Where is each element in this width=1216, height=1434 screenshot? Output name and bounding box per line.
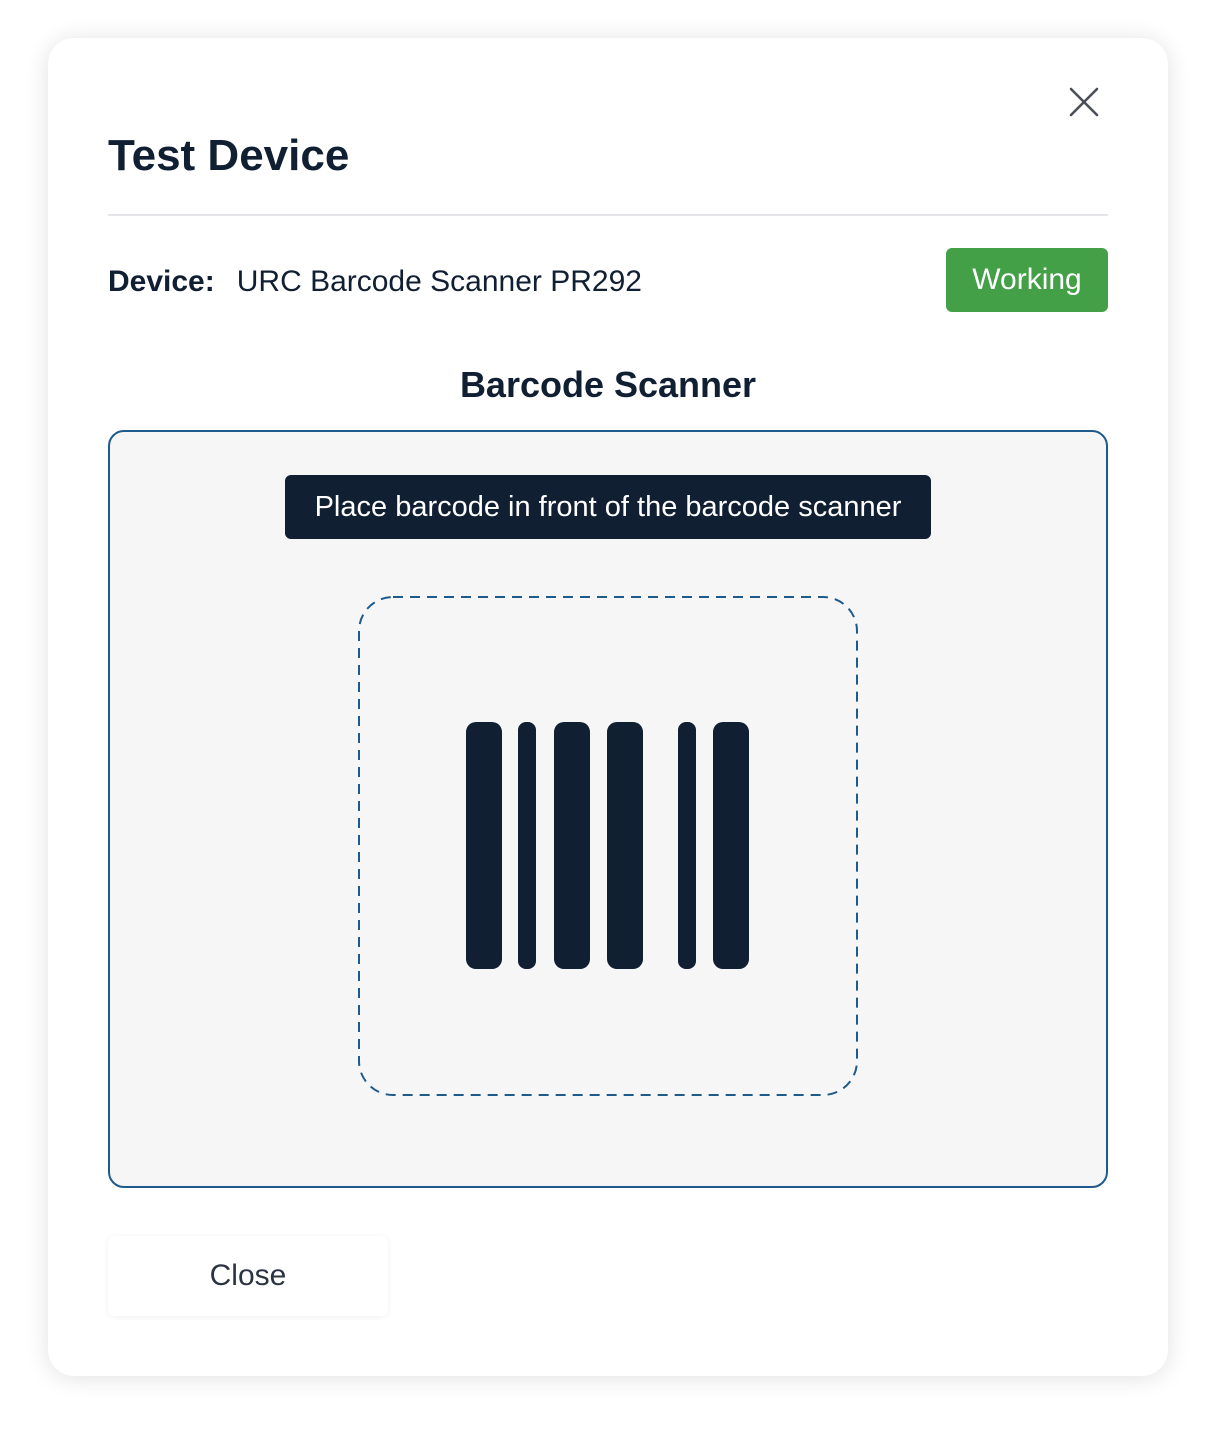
scanner-panel: Place barcode in front of the barcode sc… (108, 430, 1108, 1188)
test-device-dialog: Test Device Device: URC Barcode Scanner P… (48, 38, 1168, 1376)
scanner-instruction: Place barcode in front of the barcode sc… (285, 475, 931, 539)
close-button[interactable]: Close (108, 1236, 388, 1316)
dialog-title: Test Device (108, 131, 350, 180)
device-name: URC Barcode Scanner PR292 (236, 265, 642, 298)
barcode-icon (466, 722, 749, 969)
divider (108, 214, 1108, 216)
scan-zone (358, 596, 858, 1096)
scanner-title: Barcode Scanner (459, 364, 757, 405)
close-icon[interactable] (1064, 82, 1104, 122)
device-label: Device: (108, 265, 215, 298)
device-info: Device: URC Barcode Scanner PR292 (108, 262, 642, 302)
status-badge: Working (946, 248, 1108, 312)
